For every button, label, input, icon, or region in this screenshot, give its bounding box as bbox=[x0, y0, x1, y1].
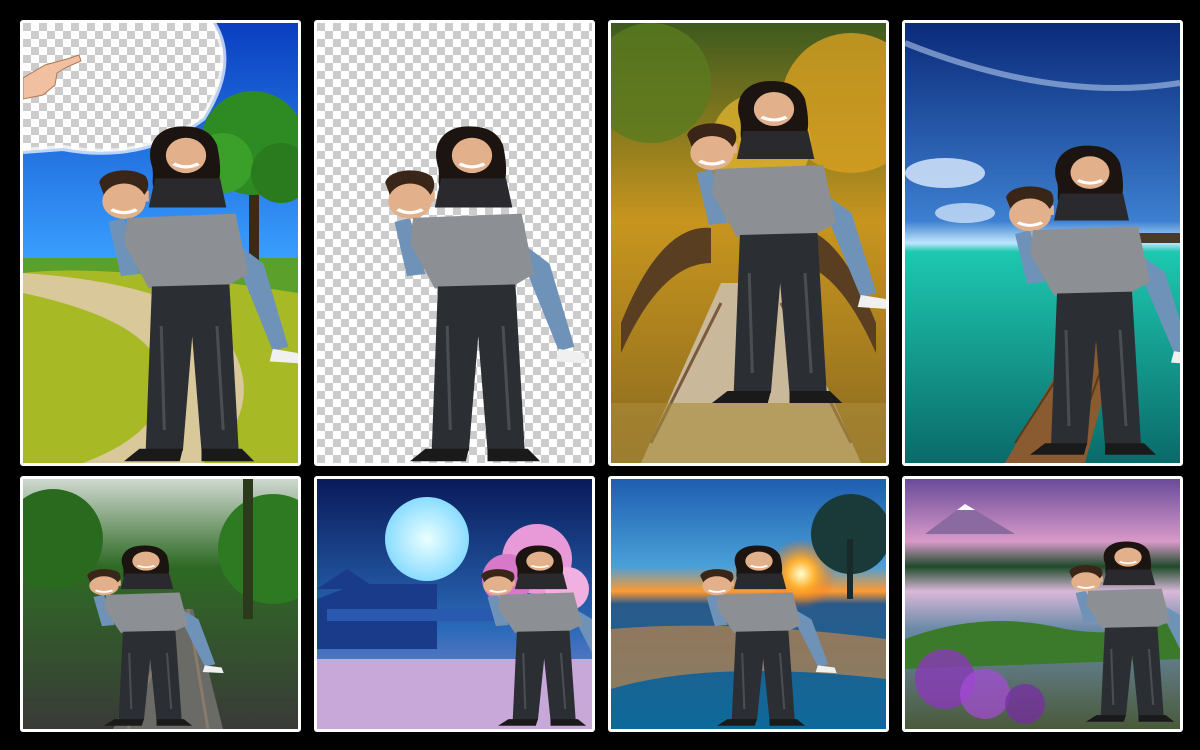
photo-tile-purple-lake[interactable] bbox=[902, 476, 1183, 732]
sea-pier-scene bbox=[905, 23, 1180, 463]
photo-tile-moon-pavilion[interactable] bbox=[314, 476, 595, 732]
purple-lake-scene bbox=[905, 479, 1180, 729]
photo-tile-autumn-bridge[interactable] bbox=[608, 20, 889, 466]
cutout-scene bbox=[317, 23, 592, 463]
photo-tile-sunset-lake[interactable] bbox=[608, 476, 889, 732]
photo-tile-railway-forest[interactable] bbox=[20, 476, 301, 732]
photo-tile-transparent-cutout[interactable] bbox=[314, 20, 595, 466]
photo-tile-meadow-eraser[interactable] bbox=[20, 20, 301, 466]
sunset-scene bbox=[611, 479, 886, 729]
railway-scene bbox=[23, 479, 298, 729]
meadow-scene bbox=[23, 23, 298, 463]
photo-tile-sea-pier[interactable] bbox=[902, 20, 1183, 466]
autumn-bridge-scene bbox=[611, 23, 886, 463]
moon-pavilion-scene bbox=[317, 479, 592, 729]
